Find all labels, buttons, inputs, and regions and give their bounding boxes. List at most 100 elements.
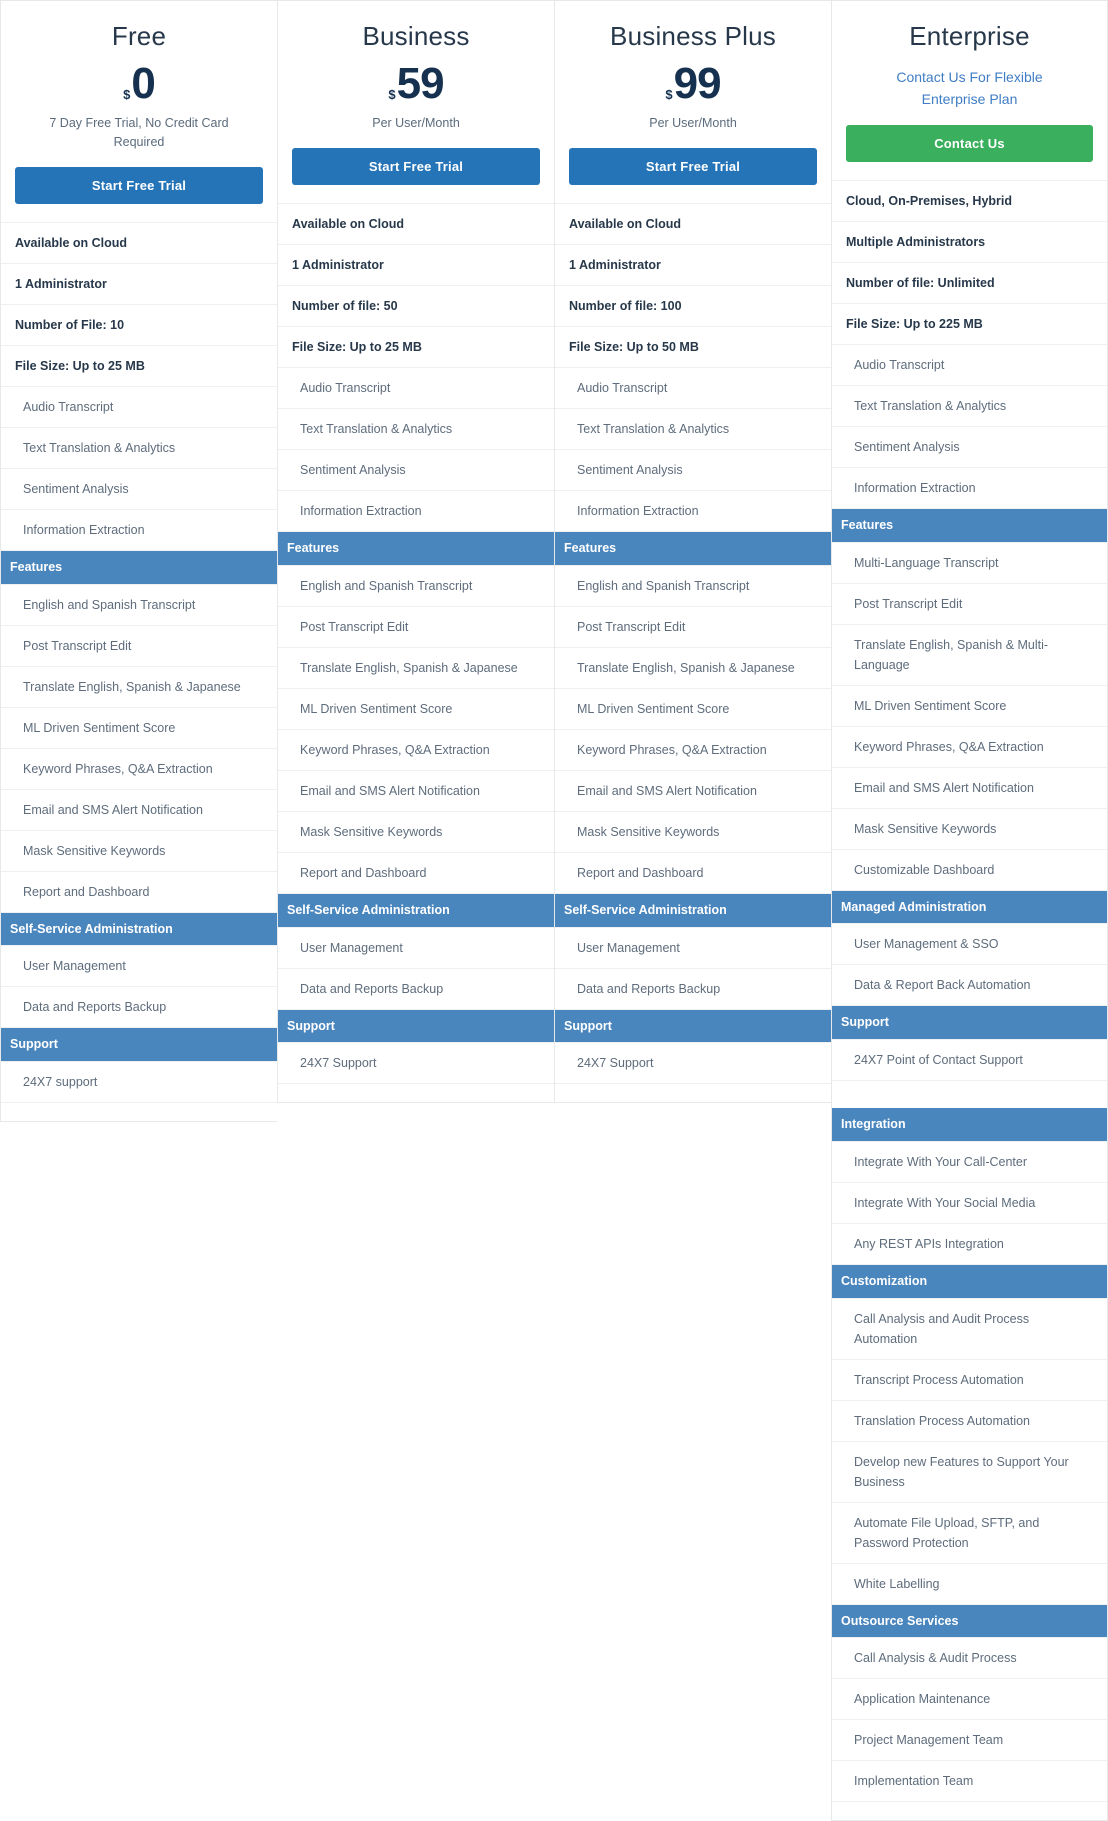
- section-item-row: Data and Reports Backup: [1, 987, 277, 1029]
- section-item-row: English and Spanish Transcript: [278, 566, 554, 607]
- section-item-row: Post Transcript Edit: [555, 607, 831, 648]
- section-item-row: Translate English, Spanish & Japanese: [1, 667, 277, 708]
- section-item-row: Email and SMS Alert Notification: [278, 771, 554, 812]
- section-item-row: Develop new Features to Support Your Bus…: [832, 1442, 1107, 1503]
- plan-spec-row: File Size: Up to 25 MB: [1, 346, 277, 387]
- price-currency-symbol: $: [665, 87, 673, 103]
- section-item-row: User Management: [555, 928, 831, 969]
- section-item-row: Post Transcript Edit: [278, 607, 554, 648]
- plan-capability-row: Text Translation & Analytics: [1, 428, 277, 469]
- plan-spec-row: Multiple Administrators: [832, 222, 1107, 263]
- pricing-table: Free $0 7 Day Free Trial, No Credit Card R…: [0, 0, 1108, 1821]
- plan-capability-row: Audio Transcript: [555, 368, 831, 410]
- plan-name: Business: [362, 21, 470, 51]
- column-tail-spacer: [832, 1802, 1107, 1820]
- section-item-row: Report and Dashboard: [1, 872, 277, 913]
- section-item-row: White Labelling: [832, 1564, 1107, 1605]
- section-header: Customization: [832, 1264, 1107, 1299]
- price-amount: 0: [131, 59, 156, 109]
- section-header: Support: [832, 1006, 1107, 1041]
- section-item-row: Translate English, Spanish & Multi-Langu…: [832, 625, 1107, 686]
- plan-spec-row: Available on Cloud: [1, 223, 277, 264]
- section-item-row: Mask Sensitive Keywords: [832, 809, 1107, 850]
- plan-capability-row: Sentiment Analysis: [278, 450, 554, 492]
- section-item-row: Data and Reports Backup: [278, 969, 554, 1010]
- section-header: Self-Service Administration: [278, 893, 554, 928]
- section-item-row: Email and SMS Alert Notification: [1, 790, 277, 831]
- plan-name: Enterprise: [909, 21, 1030, 51]
- section-item-row: Any REST APIs Integration: [832, 1224, 1107, 1265]
- section-item-row: Call Analysis & Audit Process: [832, 1638, 1107, 1680]
- plan-spec-row: 1 Administrator: [555, 245, 831, 287]
- section-item-row: English and Spanish Transcript: [1, 585, 277, 626]
- section-item-row: English and Spanish Transcript: [555, 566, 831, 607]
- section-item-row: Customizable Dashboard: [832, 850, 1107, 891]
- section-item-row: Translation Process Automation: [832, 1401, 1107, 1442]
- section-item-row: Mask Sensitive Keywords: [278, 812, 554, 853]
- section-header: Support: [1, 1028, 277, 1063]
- section-item-row: Report and Dashboard: [278, 853, 554, 894]
- plan-capability-row: Sentiment Analysis: [832, 427, 1107, 468]
- plan-column: Business Plus $99 Per User/Month Start Free…: [554, 0, 831, 1104]
- plan-spec-row: File Size: Up to 225 MB: [832, 304, 1107, 345]
- plan-spec-row: Number of file: 50: [278, 286, 554, 328]
- section-item-row: Keyword Phrases, Q&A Extraction: [555, 730, 831, 771]
- plan-subtitle: Per User/Month: [372, 116, 460, 131]
- enterprise-contact-note[interactable]: Contact Us For Flexible Enterprise Plan: [846, 60, 1093, 111]
- plan-price: $0: [15, 60, 263, 106]
- plan-price: $99: [569, 60, 817, 106]
- plan-spec-row: 1 Administrator: [1, 264, 277, 305]
- section-item-row: Transcript Process Automation: [832, 1360, 1107, 1401]
- price-amount: 59: [396, 59, 445, 109]
- section-item-row: Post Transcript Edit: [1, 626, 277, 667]
- section-item-row: 24X7 Support: [555, 1043, 831, 1085]
- section-item-row: Mask Sensitive Keywords: [1, 831, 277, 872]
- plan-column: Business $59 Per User/Month Start Free Tria…: [277, 0, 554, 1104]
- start-free-trial-button[interactable]: Start Free Trial: [15, 166, 263, 204]
- price-currency-symbol: $: [123, 87, 131, 103]
- section-item-row: User Management: [1, 946, 277, 988]
- start-free-trial-button[interactable]: Start Free Trial: [569, 148, 817, 186]
- section-header: Integration: [832, 1108, 1107, 1142]
- plan-spec-row: Number of file: Unlimited: [832, 263, 1107, 304]
- section-item-row: User Management: [278, 928, 554, 969]
- plan-capability-row: Sentiment Analysis: [555, 450, 831, 492]
- section-item-row: Data and Reports Backup: [555, 969, 831, 1010]
- plan-spec-row: File Size: Up to 25 MB: [278, 327, 554, 369]
- section-header: Self-Service Administration: [1, 912, 277, 947]
- plan-capability-row: Text Translation & Analytics: [278, 409, 554, 451]
- section-item-row: User Management & SSO: [832, 924, 1107, 966]
- plan-capability-row: Sentiment Analysis: [1, 469, 277, 510]
- plan-capability-row: Text Translation & Analytics: [832, 386, 1107, 427]
- start-free-trial-button[interactable]: Start Free Trial: [292, 148, 540, 186]
- section-item-row: Call Analysis and Audit Process Automati…: [832, 1299, 1107, 1360]
- price-currency-symbol: $: [388, 87, 396, 103]
- section-item-row: Keyword Phrases, Q&A Extraction: [278, 730, 554, 771]
- section-item-row: Application Maintenance: [832, 1679, 1107, 1721]
- section-header: Self-Service Administration: [555, 893, 831, 928]
- section-item-row: Data & Report Back Automation: [832, 965, 1107, 1007]
- plan-name: Free: [111, 21, 167, 51]
- section-item-row: Multi-Language Transcript: [832, 543, 1107, 584]
- plan-spec-row: Available on Cloud: [278, 204, 554, 246]
- section-item-row: Translate English, Spanish & Japanese: [278, 648, 554, 689]
- plan-column: Free $0 7 Day Free Trial, No Credit Card R…: [0, 0, 277, 1123]
- section-item-row: 24X7 Support: [278, 1043, 554, 1085]
- section-item-row: ML Driven Sentiment Score: [1, 708, 277, 749]
- plan-spec-row: 1 Administrator: [278, 245, 554, 287]
- section-item-row: Report and Dashboard: [555, 853, 831, 894]
- section-header: Outsource Services: [832, 1604, 1107, 1639]
- plan-header: Enterprise Contact Us For Flexible Enterp…: [832, 1, 1107, 181]
- contact-us-button[interactable]: Contact Us: [846, 124, 1093, 162]
- plan-capability-row: Text Translation & Analytics: [555, 409, 831, 451]
- section-header: Managed Administration: [832, 890, 1107, 925]
- section-item-row: Email and SMS Alert Notification: [832, 768, 1107, 809]
- section-item-row: Automate File Upload, SFTP, and Password…: [832, 1503, 1107, 1564]
- section-header: Features: [278, 532, 554, 566]
- column-tail-spacer: [278, 1084, 554, 1102]
- plan-capability-row: Audio Transcript: [832, 345, 1107, 386]
- plan-spec-row: Number of File: 10: [1, 305, 277, 346]
- section-gap: [832, 1081, 1107, 1109]
- section-item-row: Keyword Phrases, Q&A Extraction: [832, 727, 1107, 768]
- plan-subtitle: 7 Day Free Trial, No Credit Card Require…: [49, 116, 229, 150]
